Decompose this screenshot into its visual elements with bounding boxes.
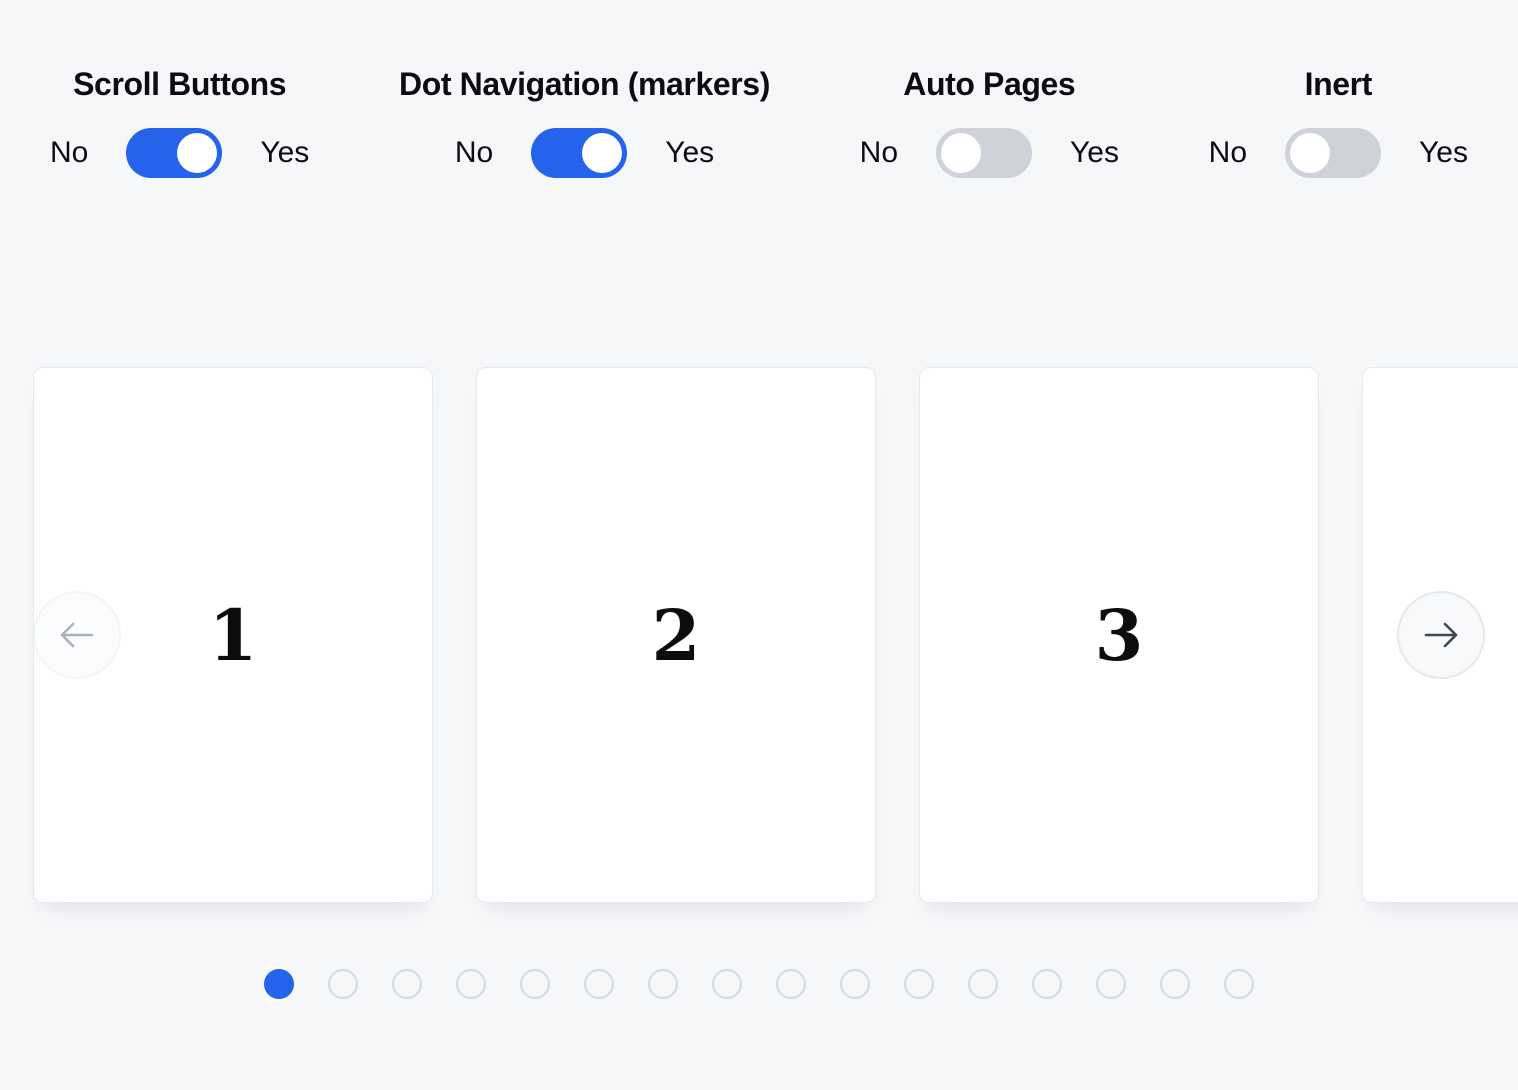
control-group-dot-navigation-markers: Dot Navigation (markers) No Yes [399,64,770,178]
dot-marker-14[interactable] [1096,969,1126,999]
toggle-switch-inert[interactable] [1285,128,1381,178]
toggle-no-label: No [50,136,88,170]
scroll-prev-button[interactable] [33,591,121,679]
toggle-row: No Yes [1209,128,1468,178]
toggle-knob-icon [582,133,622,173]
control-group-inert: Inert No Yes [1209,64,1468,178]
slide-number: 1 [209,594,258,677]
dot-marker-1[interactable] [264,969,294,999]
toggle-knob-icon [1290,133,1330,173]
control-title: Inert [1305,64,1372,104]
arrow-left-icon [58,620,96,650]
toggle-row: No Yes [50,128,309,178]
carousel-settings-bar: Scroll Buttons No Yes Dot Navigation (ma… [0,0,1518,178]
toggle-no-label: No [455,136,493,170]
dot-marker-3[interactable] [392,969,422,999]
control-group-auto-pages: Auto Pages No Yes [860,64,1119,178]
slide-number: 3 [1095,594,1144,677]
toggle-no-label: No [1209,136,1247,170]
dot-marker-9[interactable] [776,969,806,999]
carousel-slide-2[interactable]: 2 [476,367,876,903]
carousel-track[interactable]: 1 2 3 4 [33,367,1518,903]
toggle-switch-auto-pages[interactable] [936,128,1032,178]
slide-number: 2 [652,594,701,677]
toggle-knob-icon [177,133,217,173]
toggle-yes-label: Yes [260,136,309,170]
control-group-scroll-buttons: Scroll Buttons No Yes [50,64,309,178]
dot-marker-7[interactable] [648,969,678,999]
dot-navigation [0,969,1518,999]
dot-marker-2[interactable] [328,969,358,999]
toggle-knob-icon [941,133,981,173]
toggle-yes-label: Yes [1419,136,1468,170]
toggle-switch-scroll-buttons[interactable] [126,128,222,178]
control-title: Auto Pages [903,64,1075,104]
dot-marker-16[interactable] [1224,969,1254,999]
dot-marker-8[interactable] [712,969,742,999]
toggle-row: No Yes [860,128,1119,178]
dot-marker-5[interactable] [520,969,550,999]
control-title: Scroll Buttons [73,64,286,104]
toggle-yes-label: Yes [665,136,714,170]
carousel-slide-3[interactable]: 3 [919,367,1319,903]
dot-marker-4[interactable] [456,969,486,999]
dot-marker-12[interactable] [968,969,998,999]
dot-marker-10[interactable] [840,969,870,999]
dot-marker-6[interactable] [584,969,614,999]
dot-marker-11[interactable] [904,969,934,999]
toggle-no-label: No [860,136,898,170]
control-title: Dot Navigation (markers) [399,64,770,104]
toggle-row: No Yes [455,128,714,178]
scroll-next-button[interactable] [1397,591,1485,679]
dot-marker-15[interactable] [1160,969,1190,999]
dot-marker-13[interactable] [1032,969,1062,999]
toggle-yes-label: Yes [1070,136,1119,170]
toggle-switch-dot-navigation-markers[interactable] [531,128,627,178]
arrow-right-icon [1422,620,1460,650]
